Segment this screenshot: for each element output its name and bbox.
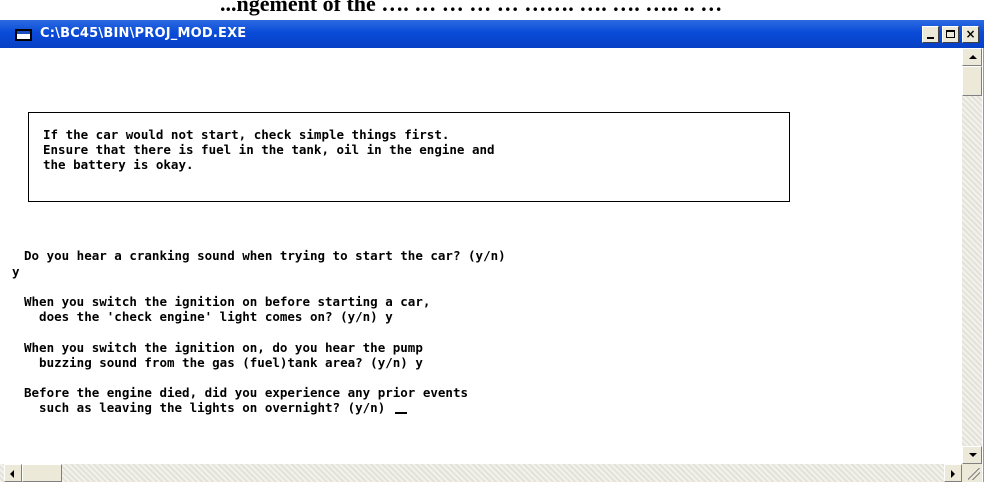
scroll-right-button[interactable]: [944, 464, 962, 482]
minimize-button[interactable]: [922, 26, 939, 43]
scroll-down-button[interactable]: [962, 446, 982, 464]
scroll-up-button[interactable]: [962, 48, 982, 66]
question-4-line-1: Before the engine died, did you experien…: [24, 385, 469, 400]
window-title: C:\BC45\BIN\PROJ_MOD.EXE: [40, 26, 247, 41]
horizontal-scroll-thumb[interactable]: [22, 464, 62, 482]
maximize-button[interactable]: [942, 26, 959, 43]
question-2-line-2: does the 'check engine' light comes on? …: [24, 309, 393, 324]
title-bar[interactable]: C:\BC45\BIN\PROJ_MOD.EXE ×: [0, 20, 984, 48]
question-1: Do you hear a cranking sound when trying…: [24, 248, 506, 263]
info-box-line: If the car would not start, check simple…: [43, 127, 450, 142]
console-app-icon[interactable]: [15, 29, 32, 41]
text-cursor: [394, 412, 407, 414]
question-4-prompt: such as leaving the lights on overnight?…: [24, 400, 407, 415]
close-button[interactable]: ×: [962, 26, 979, 43]
info-box: If the car would not start, check simple…: [28, 112, 790, 202]
background-heading-text: ...ngement of the …. … … … … ……. …. …. ……: [220, 0, 723, 16]
question-3-line-2: buzzing sound from the gas (fuel)tank ar…: [24, 355, 423, 370]
console-output[interactable]: If the car would not start, check simple…: [8, 54, 958, 454]
resize-grip[interactable]: [962, 464, 982, 482]
console-window: C:\BC45\BIN\PROJ_MOD.EXE × If the car wo…: [0, 20, 984, 482]
info-box-line: the battery is okay.: [43, 157, 194, 172]
vertical-scrollbar[interactable]: [962, 48, 982, 464]
background-document-heading: ...ngement of the …. … … … … ……. …. …. ……: [0, 0, 984, 20]
vertical-scroll-thumb[interactable]: [962, 66, 982, 96]
answer-1: y: [12, 264, 20, 279]
question-4-line-2: such as leaving the lights on overnight?…: [24, 400, 393, 415]
question-2-line-1: When you switch the ignition on before s…: [24, 294, 431, 309]
close-icon: ×: [965, 27, 976, 41]
info-box-line: Ensure that there is fuel in the tank, o…: [43, 142, 495, 157]
horizontal-scrollbar[interactable]: [0, 464, 962, 482]
question-3-line-1: When you switch the ignition on, do you …: [24, 340, 423, 355]
scroll-left-button[interactable]: [4, 464, 22, 482]
